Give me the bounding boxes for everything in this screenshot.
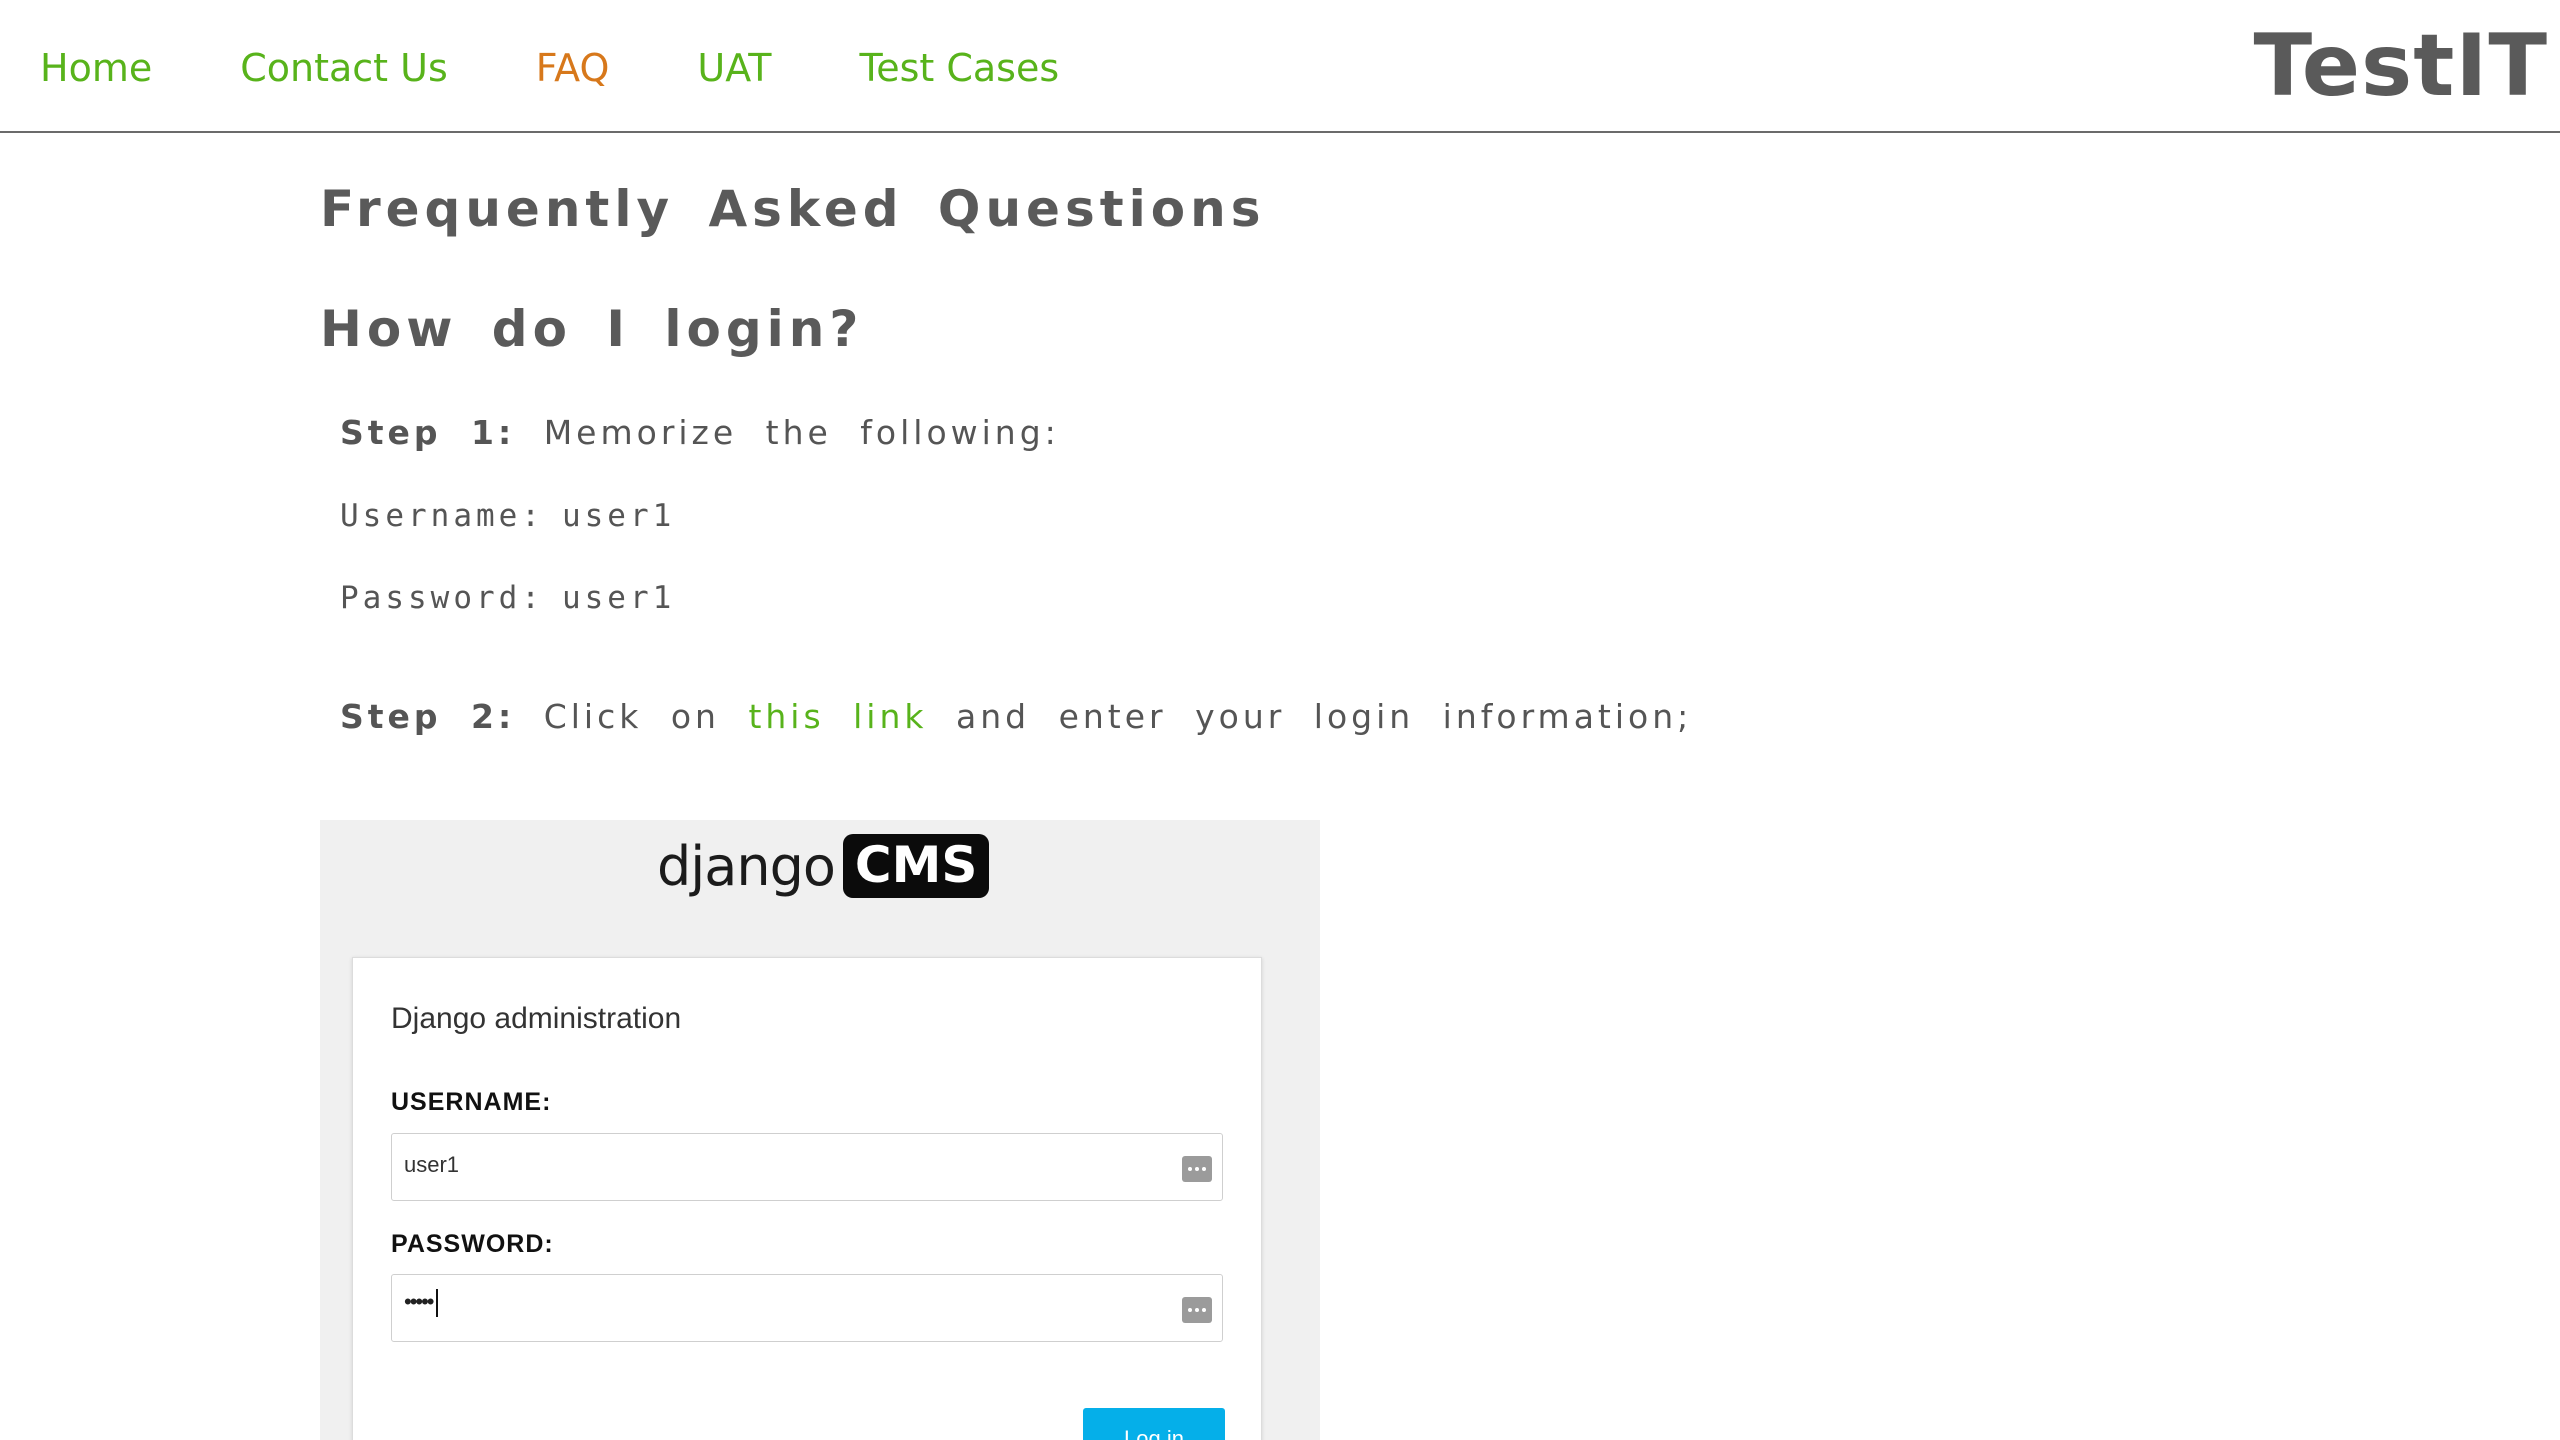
django-login-screenshot: django CMS Django administration USERNAM… — [320, 820, 1320, 1440]
password-manager-icon — [1182, 1156, 1212, 1182]
step-2: Step 2: Click on this link and enter you… — [340, 697, 1692, 736]
login-page-link[interactable]: this link — [748, 697, 927, 736]
username-credential: Username: user1 — [340, 498, 675, 534]
step-1-text: Memorize the following: — [543, 413, 1060, 452]
django-logo-text: django — [657, 834, 836, 898]
username-label: Username: — [340, 498, 544, 534]
password-field-value: ••••• — [404, 1289, 438, 1318]
text-caret — [435, 1289, 438, 1318]
nav-link-faq[interactable]: FAQ — [536, 38, 610, 98]
password-value: user1 — [561, 580, 676, 616]
step-1: Step 1: Memorize the following: — [340, 413, 1060, 452]
step-1-label: Step 1: — [340, 413, 516, 452]
username-field-value: user1 — [404, 1152, 460, 1177]
nav-link-uat[interactable]: UAT — [697, 38, 771, 98]
password-credential: Password: user1 — [340, 580, 675, 616]
log-in-button: Log in — [1083, 1408, 1225, 1440]
username-value: user1 — [561, 498, 676, 534]
main-nav: Home Contact Us FAQ UAT Test Cases — [40, 38, 1147, 98]
password-label: Password: — [340, 580, 544, 616]
top-navigation-bar: Home Contact Us FAQ UAT Test Cases TestI… — [0, 0, 2560, 133]
site-logo[interactable]: TestIT — [2253, 16, 2548, 116]
username-field-label: USERNAME: — [391, 1088, 552, 1116]
django-cms-logo: django CMS — [657, 834, 990, 898]
nav-link-contact-us[interactable]: Contact Us — [240, 38, 448, 98]
password-manager-icon — [1182, 1297, 1212, 1323]
step-2-text-before: Click on — [543, 697, 720, 736]
password-field-label: PASSWORD: — [391, 1230, 554, 1258]
faq-question-heading: How do I login? — [320, 300, 864, 358]
password-field: ••••• — [391, 1274, 1223, 1342]
cms-badge: CMS — [842, 834, 990, 898]
page-title: Frequently Asked Questions — [320, 180, 1266, 238]
nav-link-test-cases[interactable]: Test Cases — [859, 38, 1059, 98]
login-title: Django administration — [391, 1002, 682, 1035]
nav-link-home[interactable]: Home — [40, 38, 152, 98]
username-field: user1 — [391, 1133, 1223, 1201]
login-form-card: Django administration USERNAME: user1 PA… — [352, 957, 1262, 1440]
step-2-label: Step 2: — [340, 697, 516, 736]
step-2-text-after: and enter your login information; — [956, 697, 1693, 736]
